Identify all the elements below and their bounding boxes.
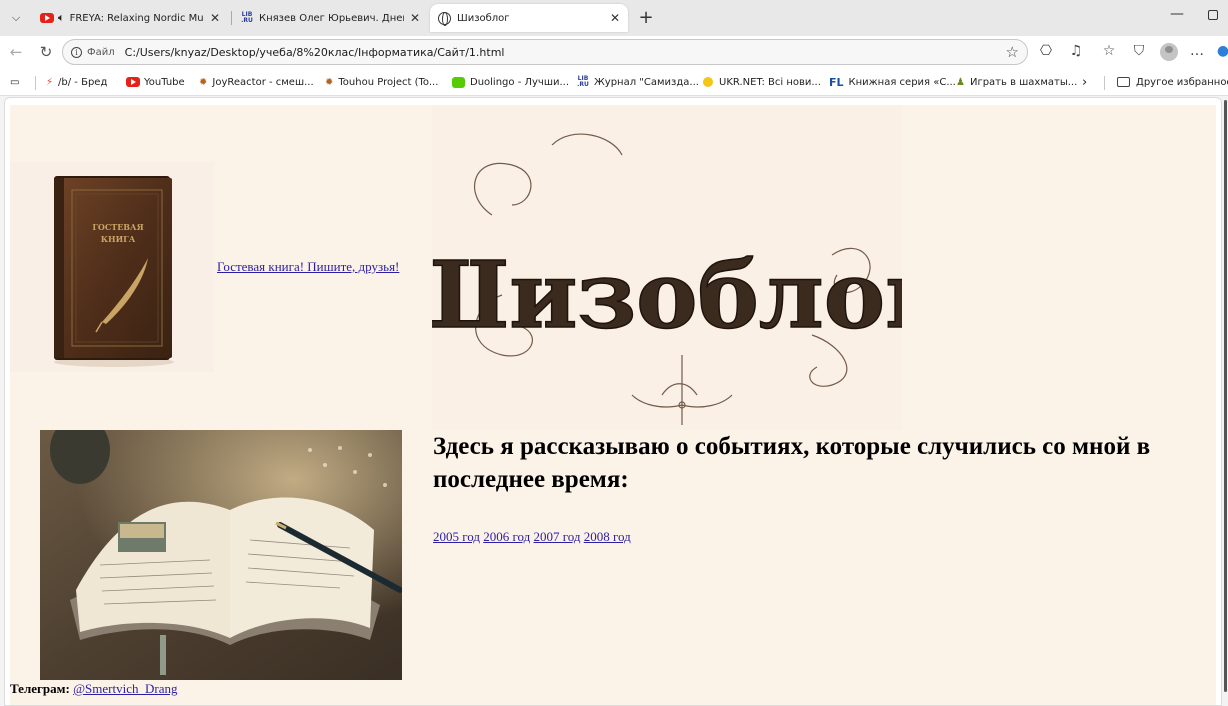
close-icon[interactable]: ✕ (204, 11, 220, 25)
guestbook-cover-title: ГОСТЕВАЯ (92, 222, 143, 232)
bookmark-item[interactable]: ✹ Touhou Project (To... (325, 75, 438, 89)
page-viewport: ГОСТЕВАЯ КНИГА Гостевая книга! Пишите, д… (4, 97, 1222, 706)
year-link-2006[interactable]: 2006 год (483, 529, 530, 544)
bookmark-item[interactable]: YouTube (126, 75, 185, 89)
guestbook-image[interactable]: ГОСТЕВАЯ КНИГА (10, 162, 214, 372)
shield-icon[interactable]: ⛉ (1130, 43, 1148, 59)
lib-ru-icon: LIB .RU (577, 75, 589, 88)
bookmark-item[interactable]: Duolingo - Лучши... (452, 75, 569, 89)
svg-text:КНИГА: КНИГА (101, 234, 136, 244)
touhou-icon: ✹ (325, 76, 334, 88)
guestbook-book-icon: ГОСТЕВАЯ КНИГА (54, 176, 174, 367)
folder-icon (1117, 77, 1130, 87)
minimize-icon[interactable]: — (1170, 6, 1184, 22)
more-menu-icon[interactable]: … (1188, 43, 1206, 59)
bookmark-item[interactable]: ✹ JoyReactor - смеш... (199, 75, 314, 89)
url-text[interactable]: C:/Users/knyaz/Desktop/учеба/8%20клас/Ін… (125, 46, 505, 59)
tab-freya[interactable]: 🔈︎ FREYA: Relaxing Nordic Music ✕ (32, 4, 228, 32)
tab-title: Князев Олег Юрьевич. Дневник (259, 12, 404, 24)
tab-diary[interactable]: LIB.RU Князев Олег Юрьевич. Дневник ✕ (232, 4, 428, 32)
collections-icon[interactable]: ▭ (10, 75, 24, 89)
profile-avatar[interactable] (1160, 43, 1178, 61)
bookmarks-separator (35, 76, 36, 90)
star-icon[interactable]: ☆ (1006, 43, 1019, 61)
guestbook-link[interactable]: Гостевая книга! Пишите, друзья! (217, 259, 399, 275)
chevron-right-icon[interactable]: › (1082, 75, 1087, 90)
bookmark-item[interactable]: ♟︎ Играть в шахматы... (956, 75, 1077, 89)
tab-shizoblog[interactable]: Шизоблог ✕ (430, 4, 628, 32)
year-link-2005[interactable]: 2005 год (433, 529, 480, 544)
year-link-2008[interactable]: 2008 год (584, 529, 631, 544)
back-icon[interactable]: ← (6, 42, 26, 62)
close-icon[interactable]: ✕ (404, 11, 420, 25)
youtube-icon (40, 13, 54, 23)
chess-pawn-icon: ♟︎ (956, 76, 965, 88)
tab-strip: ⌵ 🔈︎ FREYA: Relaxing Nordic Music ✕ LIB.… (0, 0, 1228, 36)
tab-title: Шизоблог (457, 12, 510, 24)
lib-ru-icon: LIB .RU (241, 11, 253, 24)
bookmark-item[interactable]: UKR.NET: Всі нови... (703, 75, 821, 89)
speaker-icon[interactable]: 🔈︎ (58, 11, 65, 25)
journal-photo (40, 430, 402, 680)
fantlab-icon: FL (829, 75, 844, 89)
tab-title: FREYA: Relaxing Nordic Music (69, 12, 204, 24)
favorites-icon[interactable]: ☆ (1100, 43, 1118, 59)
bookmarks-separator (1104, 76, 1105, 90)
youtube-icon (126, 77, 140, 87)
close-icon[interactable]: ✕ (604, 11, 620, 25)
globe-icon (438, 11, 451, 26)
read-aloud-icon[interactable]: ♫ (1067, 43, 1085, 59)
reload-icon[interactable]: ↻ (36, 42, 56, 62)
telegram-contact: Телеграм: @Smertvich_Drang (10, 681, 177, 697)
year-links: 2005 год 2006 год 2007 год 2008 год (433, 529, 631, 545)
new-tab-icon[interactable]: + (636, 7, 656, 28)
file-label: Файл (87, 46, 115, 58)
bookmark-item[interactable]: ⚡︎/b/ - Бред (46, 75, 107, 89)
bookmark-item[interactable]: FL Книжная серия «С... (829, 75, 956, 89)
bolt-icon: ⚡︎ (46, 76, 54, 88)
ukrnet-icon (703, 77, 713, 87)
extensions-icon[interactable]: ⎔ (1037, 43, 1055, 59)
telegram-label: Телеграм: (10, 681, 70, 696)
page-heading: Здесь я рассказываю о событиях, которые … (433, 433, 1151, 493)
copilot-icon[interactable]: ● (1214, 43, 1228, 59)
year-link-2007[interactable]: 2007 год (534, 529, 581, 544)
bookmark-item[interactable]: LIB .RU Журнал "Самизда... (577, 75, 699, 89)
telegram-link[interactable]: @Smertvich_Drang (73, 681, 177, 696)
logo-image: Шизоблог (392, 105, 942, 430)
tab-search-icon[interactable]: ⌵ (6, 9, 26, 27)
maximize-icon[interactable] (1208, 10, 1218, 20)
joyreactor-icon: ✹ (199, 76, 208, 88)
address-bar[interactable]: i Файл C:/Users/knyaz/Desktop/учеба/8%20… (62, 39, 1028, 65)
duolingo-icon (452, 76, 465, 88)
logo-text: Шизоблог (432, 241, 902, 349)
bookmarks-bar: ▭ ⚡︎/b/ - Бред YouTube ✹ JoyReactor - сме… (0, 68, 1228, 96)
info-icon[interactable]: i (71, 46, 82, 58)
other-favorites[interactable]: Другое избранное (1117, 75, 1228, 89)
scrollbar[interactable] (1224, 100, 1227, 692)
web-page: ГОСТЕВАЯ КНИГА Гостевая книга! Пишите, д… (10, 105, 1216, 705)
toolbar: ← ↻ i Файл C:/Users/knyaz/Desktop/учеба/… (0, 36, 1228, 68)
